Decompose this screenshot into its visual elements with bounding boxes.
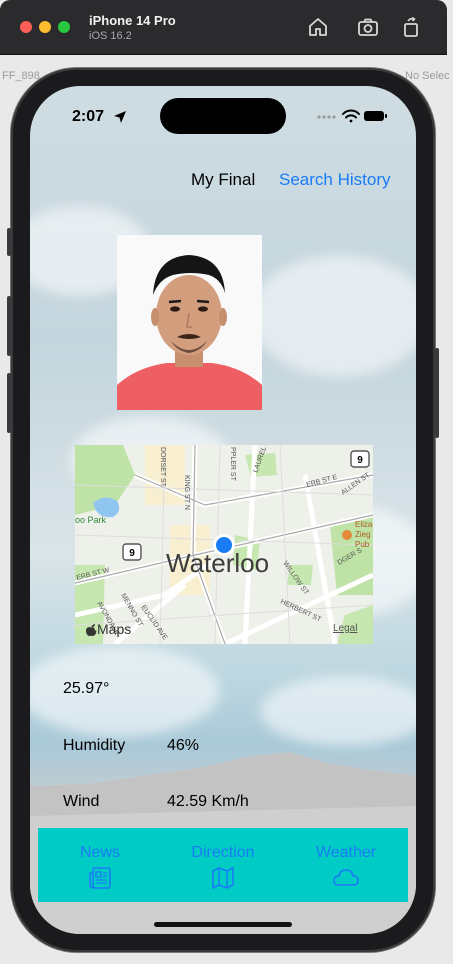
svg-text:DORSET ST: DORSET ST: [159, 447, 166, 488]
battery-icon: [364, 111, 387, 121]
svg-text:Pub: Pub: [355, 540, 370, 549]
close-window-button[interactable]: [20, 21, 32, 33]
map-icon: [212, 867, 234, 889]
tab-news-label: News: [79, 844, 120, 861]
map-view[interactable]: 9 9 KING ST N DORSET ST PPLER ST LAUREL …: [75, 445, 373, 644]
home-indicator[interactable]: [154, 922, 292, 927]
profile-photo: [117, 235, 262, 410]
svg-text:PPLER ST: PPLER ST: [229, 447, 236, 482]
os-version: iOS 16.2: [89, 30, 132, 42]
silent-switch: [7, 228, 11, 256]
svg-text:Zieg: Zieg: [355, 530, 371, 539]
dynamic-island: [160, 98, 286, 134]
maps-brand-label: Maps: [97, 621, 132, 637]
tab-news[interactable]: News: [50, 828, 150, 902]
wind-label: Wind: [63, 793, 100, 810]
iphone-frame: 2:07 My Final Search History 9 9 KING ST…: [7, 68, 439, 952]
power-button: [435, 348, 439, 438]
temperature-value: 25.97°: [63, 680, 110, 697]
search-history-button[interactable]: Search History: [279, 170, 390, 190]
svg-text:9: 9: [357, 455, 363, 466]
cellular-icon: [317, 115, 336, 119]
map-city-label: Waterloo: [166, 548, 270, 578]
svg-text:oo Park: oo Park: [75, 515, 107, 525]
humidity-label: Humidity: [63, 737, 126, 754]
apple-logo-icon: [86, 624, 97, 636]
svg-text:Eliza: Eliza: [355, 520, 373, 529]
rotate-icon[interactable]: [399, 15, 423, 39]
zoom-window-button[interactable]: [58, 21, 70, 33]
minimize-window-button[interactable]: [39, 21, 51, 33]
humidity-value: 46%: [167, 737, 200, 754]
cloud-icon: [333, 869, 359, 886]
wifi-icon: [342, 109, 360, 123]
nav-title: My Final: [191, 170, 256, 189]
map-legal-link[interactable]: Legal: [333, 623, 357, 634]
device-name: iPhone 14 Pro: [89, 13, 176, 28]
volume-down-button: [7, 373, 11, 433]
svg-text:KING ST N: KING ST N: [183, 475, 190, 510]
status-time: 2:07: [72, 108, 105, 125]
status-icons: [317, 109, 387, 123]
bottom-tab-bar: News Direction Weather: [38, 828, 408, 902]
location-arrow-icon: [114, 111, 126, 123]
tab-weather[interactable]: Weather: [296, 828, 396, 902]
simulator-titlebar: iPhone 14 Pro iOS 16.2: [0, 0, 447, 54]
screenshot-icon[interactable]: [356, 15, 380, 39]
tab-direction[interactable]: Direction: [173, 828, 273, 902]
home-icon[interactable]: [306, 15, 330, 39]
wind-value: 42.59 Km/h: [167, 793, 249, 810]
newspaper-icon: [89, 867, 111, 889]
tab-weather-label: Weather: [315, 844, 377, 861]
volume-up-button: [7, 296, 11, 356]
background-selection-label: No Selec: [405, 70, 450, 82]
background-code-fragment: FF_898: [2, 70, 40, 82]
app-screen: 2:07 My Final Search History 9 9 KING ST…: [30, 86, 416, 934]
svg-text:9: 9: [129, 548, 135, 559]
tab-direction-label: Direction: [191, 844, 255, 861]
